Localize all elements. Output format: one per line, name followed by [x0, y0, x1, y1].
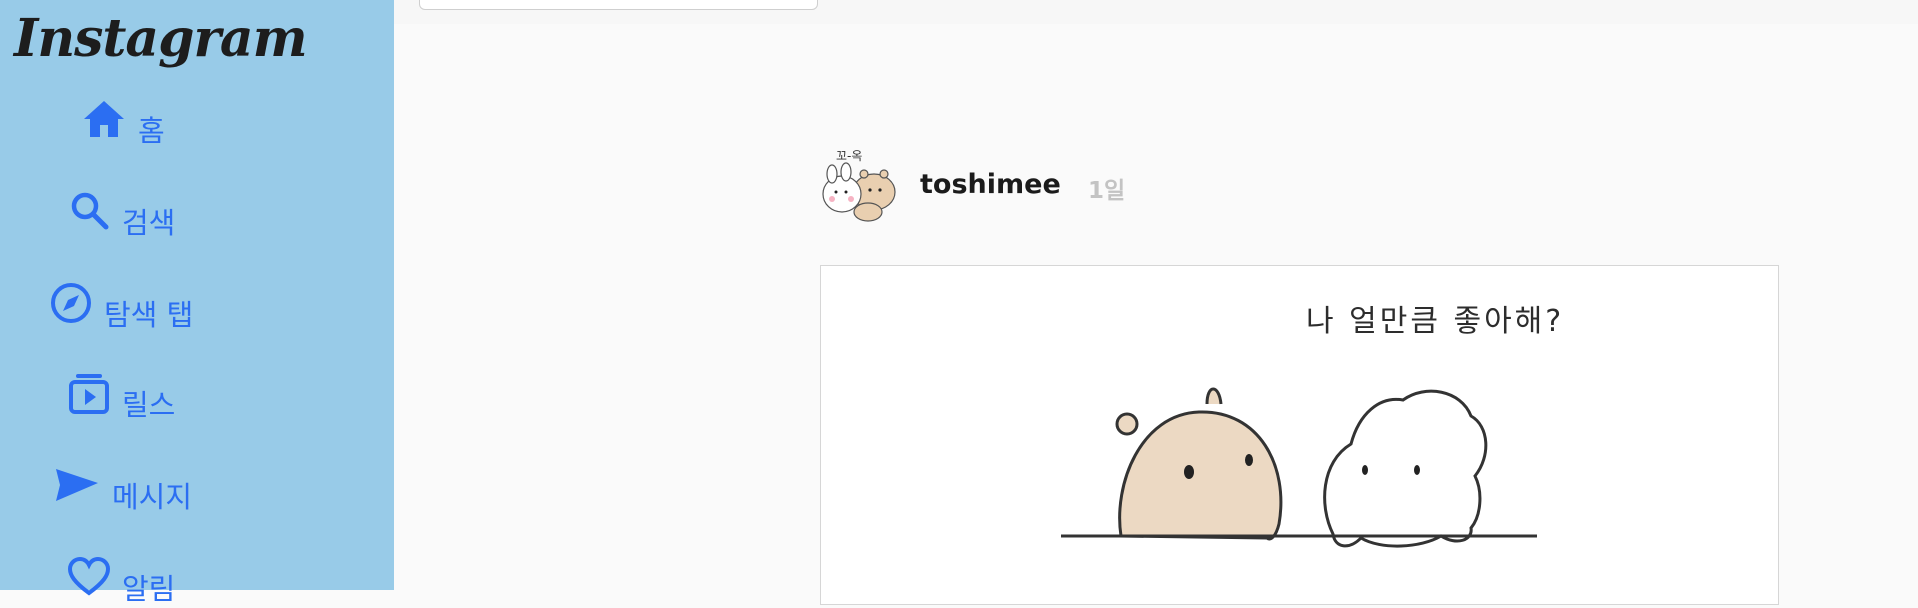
sidebar-item-home[interactable]: 홈 [82, 98, 165, 148]
sidebar-item-label: 릴스 [122, 388, 176, 422]
sidebar-item-messages[interactable]: 메시지 [54, 464, 192, 514]
compass-icon [50, 282, 92, 324]
sidebar: Instagram 홈 검색 탐색 탭 릴스 메시지 알림 [0, 0, 394, 606]
sidebar-item-notifications[interactable]: 알림 [68, 556, 175, 606]
sidebar-item-explore[interactable]: 탐색 탭 [50, 282, 193, 332]
home-icon [82, 99, 126, 139]
sidebar-item-label: 탐색 탭 [104, 298, 194, 332]
avatar[interactable]: 꼬-옥 [818, 144, 902, 228]
reels-icon [68, 372, 110, 414]
post-timestamp: 1일 [1088, 178, 1126, 204]
sidebar-item-label: 검색 [122, 206, 176, 240]
sidebar-item-label: 홈 [138, 114, 165, 148]
instagram-logo[interactable]: Instagram [14, 8, 308, 69]
post-image[interactable]: 나 얼만큼 좋아해? [820, 265, 1779, 605]
sidebar-item-label: 알림 [122, 572, 176, 606]
bear-rabbit-illustration [1061, 387, 1537, 548]
sidebar-item-label: 메시지 [112, 480, 193, 514]
avatar-caption: 꼬-옥 [836, 149, 862, 163]
heart-icon [68, 557, 110, 597]
send-icon [54, 465, 100, 505]
sidebar-item-search[interactable]: 검색 [70, 190, 175, 240]
post-username[interactable]: toshimee [920, 169, 1061, 200]
search-icon [70, 191, 110, 231]
search-input[interactable] [419, 0, 818, 10]
sidebar-item-reels[interactable]: 릴스 [68, 372, 175, 422]
